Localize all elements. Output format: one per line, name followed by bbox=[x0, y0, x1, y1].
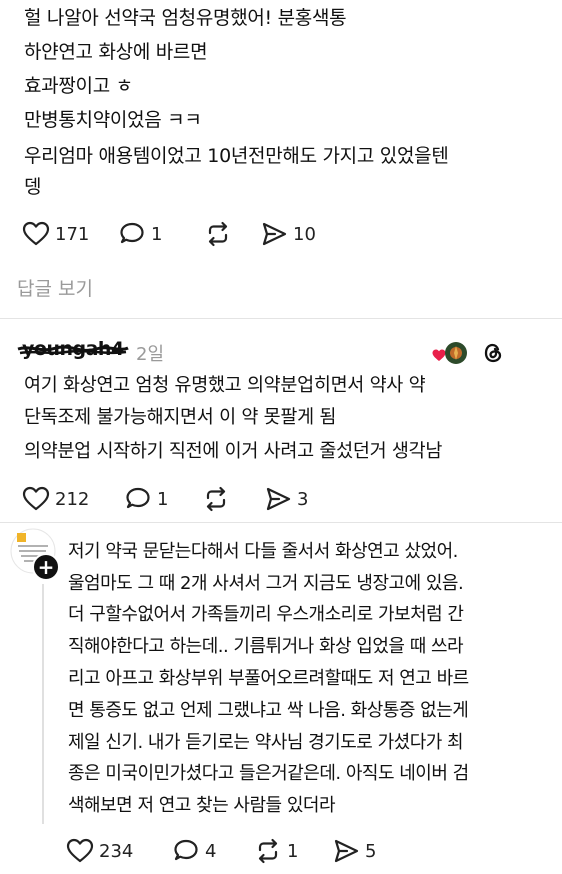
comment-icon bbox=[126, 487, 150, 509]
repost-icon bbox=[206, 486, 226, 512]
avatar-liked-by[interactable] bbox=[432, 341, 472, 367]
avatar bbox=[445, 342, 467, 364]
comment-icon bbox=[174, 839, 198, 861]
share-count: 10 bbox=[293, 223, 316, 245]
comment-text-line: 리고 아프고 화상부위 부풀어오르려할때도 저 연고 바르 bbox=[68, 668, 469, 689]
share-count: 5 bbox=[365, 840, 377, 862]
comment-text-line: 울엄마도 그 때 2개 사셔서 그거 지금도 냉장고에 있음. bbox=[68, 573, 464, 594]
reply-count: 1 bbox=[151, 223, 163, 245]
heart-icon bbox=[66, 838, 94, 863]
repost-count: 1 bbox=[287, 840, 299, 862]
repost-button[interactable]: 1 bbox=[254, 838, 332, 864]
comment-text-line: 여기 화상연고 엄청 유명했고 의약분업히면서 약사 약 bbox=[24, 375, 426, 396]
comment-text-line: 면 통증도 없고 언제 그랬냐고 싹 나음. 화상통증 없는게 bbox=[68, 700, 469, 721]
reply-button[interactable]: 4 bbox=[172, 838, 254, 864]
comment-text-line: 단독조제 불가능해지면서 이 약 못팔게 됨 bbox=[24, 407, 337, 428]
divider bbox=[0, 318, 562, 319]
reply-count: 4 bbox=[205, 840, 217, 862]
repost-button[interactable] bbox=[202, 486, 264, 512]
comment-text-line: 직해야한다고 하는데.. 기름튀거나 화상 입었을 때 쓰라 bbox=[68, 636, 464, 657]
like-button[interactable]: 234 bbox=[66, 838, 172, 864]
like-count: 171 bbox=[55, 223, 90, 245]
repost-icon bbox=[208, 221, 228, 247]
comment-3-actions: 234 4 1 5 bbox=[66, 836, 376, 866]
share-button[interactable]: 5 bbox=[332, 838, 376, 864]
comment-text-line: 헐 나알아 선약국 엄청유명했어! 분홍색통 bbox=[24, 7, 347, 29]
share-button[interactable]: 3 bbox=[264, 486, 308, 512]
thread-line bbox=[42, 584, 44, 824]
reply-count: 1 bbox=[157, 488, 169, 510]
comment-text-line: 저기 약국 문닫는다해서 다들 줄서서 화상연고 샀었어. bbox=[68, 541, 458, 562]
timestamp: 2일 bbox=[136, 344, 165, 365]
repost-button[interactable] bbox=[204, 221, 260, 247]
share-icon bbox=[262, 222, 287, 246]
like-count: 234 bbox=[99, 840, 134, 862]
view-replies-link[interactable]: 답글 보기 bbox=[17, 274, 93, 301]
heart-icon bbox=[22, 221, 50, 246]
comment-text-line: 만병통치약이었음 ㅋㅋ bbox=[24, 109, 202, 131]
like-button[interactable]: 171 bbox=[22, 221, 118, 247]
comment-text-line: 의약분업 시작하기 직전에 이거 사려고 줄섰던거 생각남 bbox=[24, 441, 443, 462]
reply-button[interactable]: 1 bbox=[118, 221, 204, 247]
comment-2-actions: 212 1 3 bbox=[22, 484, 308, 514]
comment-text-line: 우리엄마 애용템이었고 10년전만해도 가지고 있었을텐 bbox=[24, 145, 449, 167]
comment-text-line: 종은 미국이민가셨다고 들은거같은데. 아직도 네이버 검 bbox=[68, 763, 469, 784]
redaction-scribble bbox=[17, 345, 129, 355]
heart-icon bbox=[22, 486, 50, 511]
reply-button[interactable]: 1 bbox=[124, 486, 202, 512]
threads-icon[interactable] bbox=[481, 341, 505, 365]
comment-text-line: 하얀연고 화상에 바르면 bbox=[24, 41, 208, 63]
comment-text-line: 뎅 bbox=[24, 176, 42, 198]
share-count: 3 bbox=[297, 488, 309, 510]
repost-icon bbox=[258, 838, 278, 864]
plus-icon[interactable]: + bbox=[32, 553, 60, 581]
share-button[interactable]: 10 bbox=[260, 221, 316, 247]
comment-icon bbox=[120, 222, 144, 244]
comment-text-line: 더 구할수없어서 가족들끼리 우스개소리로 가보처럼 간 bbox=[68, 604, 464, 625]
comment-1-actions: 171 1 10 bbox=[22, 219, 316, 249]
comment-text-line: 효과짱이고 ㅎ bbox=[24, 75, 133, 97]
divider bbox=[0, 522, 562, 523]
share-icon bbox=[266, 487, 291, 511]
like-count: 212 bbox=[55, 488, 90, 510]
like-button[interactable]: 212 bbox=[22, 486, 124, 512]
share-icon bbox=[334, 839, 359, 863]
comment-text-line: 제일 신기. 내가 듣기로는 약사님 경기도로 가셨다가 최 bbox=[68, 732, 464, 753]
comment-text-line: 색해보면 저 연고 찾는 사람들 있더라 bbox=[68, 795, 336, 816]
